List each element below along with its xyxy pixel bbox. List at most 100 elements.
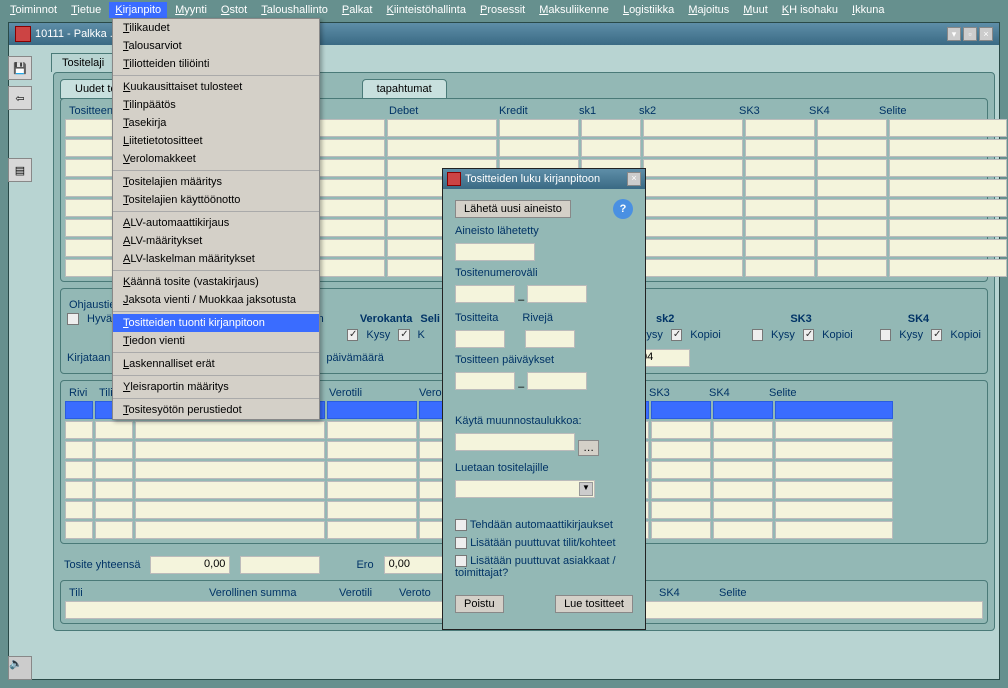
- seli-k-check[interactable]: [398, 329, 409, 341]
- grid-cell[interactable]: [745, 219, 815, 237]
- menu-kh isohaku[interactable]: KH isohaku: [776, 2, 844, 18]
- menuitem-tilikaudet[interactable]: Tilikaudet: [113, 19, 319, 37]
- grid-cell[interactable]: [387, 119, 497, 137]
- menuitem-tiedon-vienti[interactable]: Tiedon vienti: [113, 332, 319, 350]
- grid-cell[interactable]: [889, 199, 1007, 217]
- menuitem-alv-automaattikirjaus[interactable]: ALV-automaattikirjaus: [113, 214, 319, 232]
- grid-cell[interactable]: [889, 259, 1007, 277]
- grid-cell[interactable]: [499, 119, 579, 137]
- grid-cell[interactable]: [499, 139, 579, 157]
- grid-cell[interactable]: [745, 139, 815, 157]
- aineisto-input[interactable]: [455, 243, 535, 261]
- lue-tositteet-button[interactable]: Lue tositteet: [555, 595, 633, 613]
- muunnos-browse-button[interactable]: …: [578, 440, 599, 456]
- tositenum-to-input[interactable]: [527, 285, 587, 303]
- grid-cell[interactable]: [581, 139, 641, 157]
- menu-ikkuna[interactable]: Ikkuna: [846, 2, 890, 18]
- back-icon[interactable]: ⇦: [8, 86, 32, 110]
- grid-cell[interactable]: [327, 461, 417, 479]
- sk2-kopioi-check[interactable]: [671, 329, 682, 341]
- hyvaksy-checkbox[interactable]: [67, 313, 79, 325]
- grid-cell[interactable]: [745, 119, 815, 137]
- grid-cell[interactable]: [775, 441, 893, 459]
- grid-cell[interactable]: [713, 521, 773, 539]
- grid-cell[interactable]: [65, 421, 93, 439]
- sk3-kysy-check[interactable]: [752, 329, 763, 341]
- grid-cell[interactable]: [651, 481, 711, 499]
- sk4-kopioi-check[interactable]: [931, 329, 942, 341]
- grid-cell[interactable]: [745, 159, 815, 177]
- grid-cell[interactable]: [135, 461, 325, 479]
- grid-cell[interactable]: [745, 259, 815, 277]
- menu-tietue[interactable]: Tietue: [65, 2, 107, 18]
- grid-cell[interactable]: [713, 461, 773, 479]
- menuitem-verolomakkeet[interactable]: Verolomakkeet: [113, 150, 319, 168]
- grid-cell[interactable]: [889, 219, 1007, 237]
- grid-cell[interactable]: [135, 421, 325, 439]
- menu-muut[interactable]: Muut: [737, 2, 773, 18]
- grid-cell[interactable]: [889, 179, 1007, 197]
- grid-cell[interactable]: [713, 481, 773, 499]
- menuitem-alv-m-ritykset[interactable]: ALV-määritykset: [113, 232, 319, 250]
- paiv-to-input[interactable]: [527, 372, 587, 390]
- grid-cell[interactable]: [775, 501, 893, 519]
- menu-myynti[interactable]: Myynti: [169, 2, 213, 18]
- grid-cell[interactable]: [95, 461, 133, 479]
- document-icon[interactable]: ▤: [8, 158, 32, 182]
- menuitem-tilinp-t-s[interactable]: Tilinpäätös: [113, 96, 319, 114]
- tositenum-from-input[interactable]: [455, 285, 515, 303]
- grid-cell[interactable]: [643, 139, 743, 157]
- riveja-input[interactable]: [525, 330, 575, 348]
- grid-cell[interactable]: [581, 119, 641, 137]
- save-icon[interactable]: 💾: [8, 56, 32, 80]
- grid-cell[interactable]: [327, 401, 417, 419]
- menuitem-tositteiden-tuonti-kirjanpitoon[interactable]: Tositteiden tuonti kirjanpitoon: [113, 314, 319, 332]
- menu-toiminnot[interactable]: Toiminnot: [4, 2, 63, 18]
- grid-cell[interactable]: [135, 441, 325, 459]
- grid-cell[interactable]: [643, 199, 743, 217]
- help-icon[interactable]: ?: [613, 199, 633, 219]
- grid-cell[interactable]: [95, 441, 133, 459]
- grid-cell[interactable]: [775, 461, 893, 479]
- grid-cell[interactable]: [817, 179, 887, 197]
- automaatti-checkbox[interactable]: [455, 519, 467, 531]
- tilit-checkbox[interactable]: [455, 537, 467, 549]
- grid-cell[interactable]: [327, 441, 417, 459]
- grid-cell[interactable]: [643, 179, 743, 197]
- menuitem-tositelajien-m-ritys[interactable]: Tositelajien määritys: [113, 173, 319, 191]
- grid-cell[interactable]: [95, 521, 133, 539]
- grid-cell[interactable]: [775, 421, 893, 439]
- grid-cell[interactable]: [817, 259, 887, 277]
- menuitem-liitetietotositteet[interactable]: Liitetietotositteet: [113, 132, 319, 150]
- menuitem-laskennalliset-er-t[interactable]: Laskennalliset erät: [113, 355, 319, 373]
- grid-cell[interactable]: [817, 199, 887, 217]
- grid-cell[interactable]: [135, 481, 325, 499]
- menuitem-alv-laskelman-m-ritykset[interactable]: ALV-laskelman määritykset: [113, 250, 319, 268]
- grid-cell[interactable]: [327, 521, 417, 539]
- grid-cell[interactable]: [327, 421, 417, 439]
- dialog-close-icon[interactable]: ×: [627, 172, 641, 186]
- menu-majoitus[interactable]: Majoitus: [682, 2, 735, 18]
- grid-cell[interactable]: [713, 401, 773, 419]
- grid-cell[interactable]: [889, 159, 1007, 177]
- grid-cell[interactable]: [817, 119, 887, 137]
- tositteita-input[interactable]: [455, 330, 505, 348]
- grid-cell[interactable]: [643, 239, 743, 257]
- grid-cell[interactable]: [889, 119, 1007, 137]
- menuitem-yleisraportin-m-ritys[interactable]: Yleisraportin määritys: [113, 378, 319, 396]
- grid-cell[interactable]: [65, 461, 93, 479]
- grid-cell[interactable]: [745, 239, 815, 257]
- menuitem-jaksota-vienti-muokkaa-jaksotusta[interactable]: Jaksota vienti / Muokkaa jaksotusta: [113, 291, 319, 309]
- grid-cell[interactable]: [387, 139, 497, 157]
- menu-kiinteistöhallinta[interactable]: Kiinteistöhallinta: [380, 2, 472, 18]
- grid-cell[interactable]: [65, 441, 93, 459]
- subtab-tapahtumat[interactable]: tapahtumat: [362, 79, 447, 99]
- menu-palkat[interactable]: Palkat: [336, 2, 379, 18]
- close-icon[interactable]: ×: [979, 27, 993, 41]
- grid-cell[interactable]: [775, 521, 893, 539]
- menuitem-talousarviot[interactable]: Talousarviot: [113, 37, 319, 55]
- grid-cell[interactable]: [651, 441, 711, 459]
- grid-cell[interactable]: [135, 521, 325, 539]
- grid-cell[interactable]: [135, 501, 325, 519]
- muunnos-input[interactable]: [455, 433, 575, 451]
